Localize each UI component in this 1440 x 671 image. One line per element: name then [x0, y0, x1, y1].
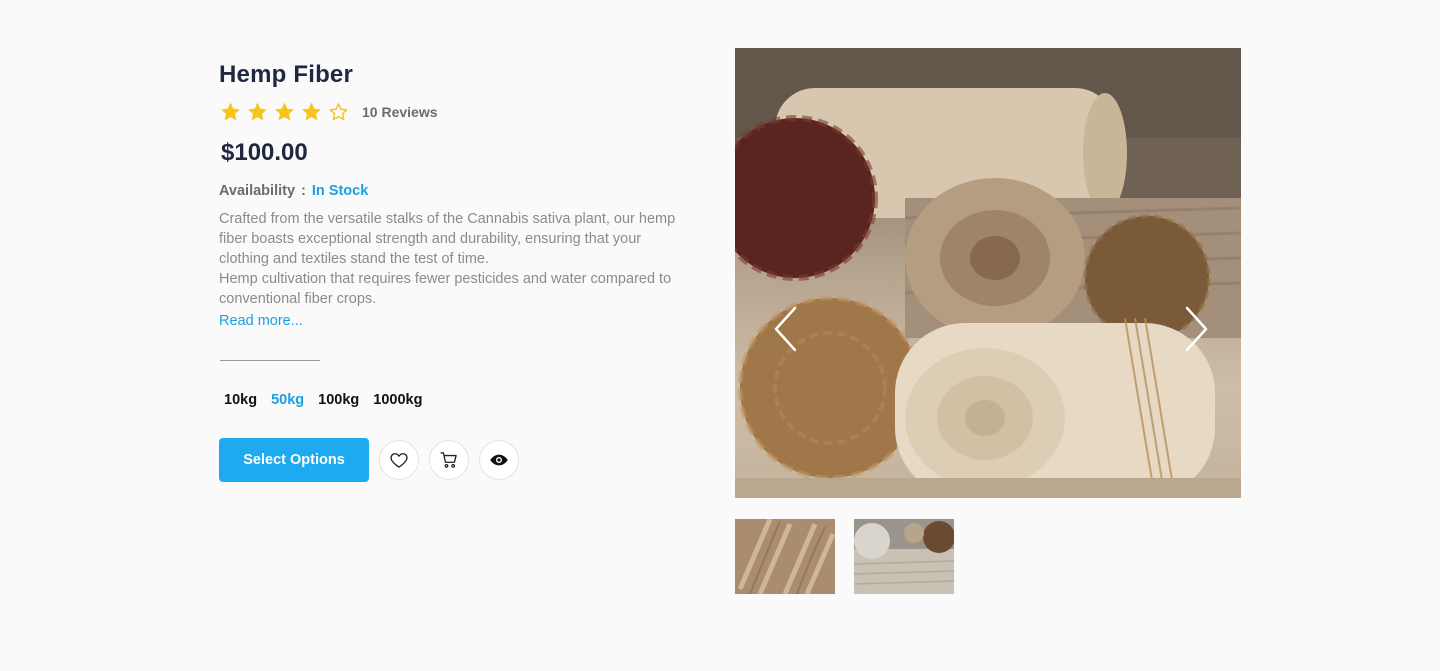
- weight-option-10kg[interactable]: 10kg: [224, 392, 257, 408]
- cart-icon: [440, 452, 457, 468]
- quick-view-button[interactable]: [479, 440, 519, 480]
- star-rating: [219, 101, 350, 123]
- description-paragraph: Crafted from the versatile stalks of the…: [219, 211, 676, 267]
- star-filled-icon: [300, 101, 323, 123]
- weight-option-1000kg[interactable]: 1000kg: [373, 392, 422, 408]
- wishlist-button[interactable]: [379, 440, 419, 480]
- weight-options: 10kg 50kg 100kg 1000kg: [219, 392, 689, 408]
- add-to-cart-button[interactable]: [429, 440, 469, 480]
- product-page: Hemp Fiber 10 Reviews $100.00 Availabili…: [0, 0, 1440, 671]
- availability: Availability : In Stock: [219, 183, 689, 199]
- description-paragraph: Hemp cultivation that requires fewer pes…: [219, 271, 672, 307]
- chevron-right-icon: [1185, 306, 1208, 352]
- availability-label: Availability: [219, 183, 296, 199]
- main-product-image: [735, 48, 1241, 498]
- star-filled-icon: [219, 101, 242, 123]
- star-filled-icon: [246, 101, 269, 123]
- thumbnail-hemp-fabric[interactable]: [854, 519, 954, 594]
- select-options-button[interactable]: Select Options: [219, 438, 369, 482]
- reviews-count[interactable]: 10 Reviews: [362, 104, 438, 120]
- star-filled-icon: [273, 101, 296, 123]
- hemp-fiber-photo: [735, 48, 1241, 498]
- read-more-link[interactable]: Read more...: [219, 313, 303, 329]
- availability-value: In Stock: [311, 183, 369, 199]
- gallery-prev-button[interactable]: [771, 304, 801, 354]
- divider: [220, 360, 320, 361]
- action-row: Select Options: [219, 438, 689, 482]
- rating-row: 10 Reviews: [219, 99, 689, 125]
- eye-icon: [490, 454, 508, 466]
- availability-separator: :: [301, 183, 306, 199]
- product-gallery: [735, 48, 1241, 594]
- weight-option-50kg[interactable]: 50kg: [271, 392, 304, 408]
- thumbnail-strip: [735, 519, 1241, 594]
- heart-icon: [390, 453, 408, 468]
- product-info: Hemp Fiber 10 Reviews $100.00 Availabili…: [219, 58, 689, 482]
- gallery-next-button[interactable]: [1181, 304, 1211, 354]
- product-title: Hemp Fiber: [219, 61, 354, 88]
- product-price: $100.00: [221, 139, 308, 166]
- weight-option-100kg[interactable]: 100kg: [318, 392, 359, 408]
- star-outline-icon: [327, 101, 350, 123]
- product-description: Crafted from the versatile stalks of the…: [219, 209, 689, 309]
- thumbnail-hemp-yarn[interactable]: [735, 519, 835, 594]
- chevron-left-icon: [774, 306, 797, 352]
